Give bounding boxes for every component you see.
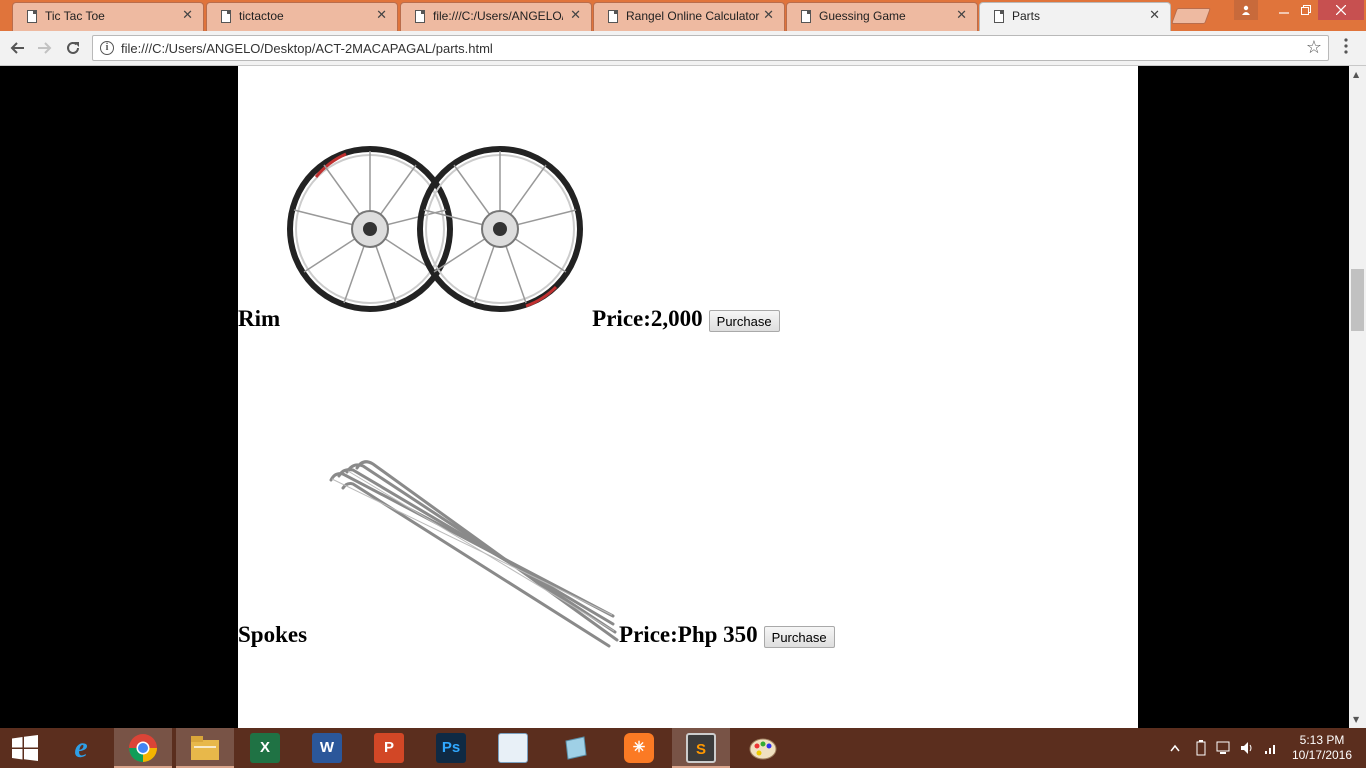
tab-title: tictactoe	[239, 9, 284, 23]
product-row-spokes: Spokes Price:Php 350 Purchase	[238, 448, 835, 648]
product-price: Price:Php 350	[619, 622, 758, 647]
document-icon	[221, 10, 231, 23]
word-icon[interactable]: W	[298, 728, 356, 768]
tab-title: Parts	[1012, 9, 1041, 23]
tab-title: file:///C:/Users/ANGELO/	[433, 9, 563, 23]
tray-overflow-icon[interactable]	[1170, 728, 1180, 768]
window-close-icon[interactable]	[1318, 0, 1364, 20]
taskbar-clock[interactable]: 5:13 PM 10/17/2016	[1290, 733, 1354, 763]
powerpoint-icon[interactable]: P	[360, 728, 418, 768]
windows-taskbar: e X W P Ps ✳ S 5:13 PM 10/17/2016	[0, 728, 1366, 768]
network-icon[interactable]	[1216, 728, 1230, 768]
tab-parts[interactable]: Parts ✕	[979, 2, 1171, 31]
notepad-icon[interactable]	[546, 728, 604, 768]
browser-toolbar: i file:///C:/Users/ANGELO/Desktop/ACT-2M…	[0, 31, 1366, 66]
document-icon	[994, 10, 1004, 23]
clock-time: 5:13 PM	[1299, 733, 1345, 747]
parts-page: Rim Price:2,000 Purchase Spokes Price:Ph…	[238, 66, 1138, 728]
close-icon[interactable]: ✕	[956, 8, 967, 23]
tab-file-url[interactable]: file:///C:/Users/ANGELO/ ✕	[400, 2, 592, 31]
clock-date: 10/17/2016	[1291, 748, 1353, 762]
bicycle-rims-image	[287, 146, 584, 312]
scrollbar-thumb[interactable]	[1351, 269, 1364, 331]
excel-icon[interactable]: X	[236, 728, 294, 768]
xampp-icon[interactable]: ✳	[610, 728, 668, 768]
windows-start-icon[interactable]	[0, 728, 50, 768]
photoshop-icon[interactable]: Ps	[422, 728, 480, 768]
tab-tic-tac-toe[interactable]: Tic Tac Toe ✕	[12, 2, 204, 31]
product-row-rim: Rim Price:2,000 Purchase	[238, 132, 780, 332]
close-icon[interactable]: ✕	[763, 8, 774, 23]
paint-icon[interactable]	[734, 728, 792, 768]
purchase-button[interactable]: Purchase	[763, 626, 835, 648]
bookmark-star-icon[interactable]: ☆	[1306, 37, 1322, 58]
tab-title: Rangel Online Calculator	[626, 9, 760, 23]
url-text[interactable]: file:///C:/Users/ANGELO/Desktop/ACT-2MAC…	[121, 41, 493, 56]
tab-title: Tic Tac Toe	[45, 9, 105, 23]
forward-icon[interactable]	[34, 37, 56, 59]
signal-icon[interactable]	[1264, 728, 1278, 768]
product-name: Spokes	[238, 622, 308, 647]
document-icon	[801, 10, 811, 23]
tab-strip: Tic Tac Toe ✕ tictactoe ✕ file:///C:/Use…	[0, 0, 1366, 31]
bicycle-spokes-image	[329, 460, 619, 648]
tab-title: Guessing Game	[819, 9, 906, 23]
close-icon[interactable]: ✕	[376, 8, 387, 23]
vertical-scrollbar[interactable]: ▲ ▼	[1349, 66, 1366, 728]
tab-guessing-game[interactable]: Guessing Game ✕	[786, 2, 978, 31]
reload-icon[interactable]	[62, 37, 84, 59]
purchase-button[interactable]: Purchase	[708, 310, 780, 332]
profile-icon[interactable]	[1234, 0, 1258, 20]
file-explorer-icon[interactable]	[176, 728, 234, 768]
new-tab-button[interactable]	[1171, 8, 1211, 24]
close-icon[interactable]: ✕	[182, 8, 193, 23]
minimize-icon[interactable]	[1274, 0, 1294, 20]
internet-explorer-icon[interactable]: e	[52, 728, 110, 768]
product-name: Rim	[238, 306, 281, 331]
menu-icon[interactable]	[1344, 38, 1350, 54]
battery-icon[interactable]	[1196, 728, 1206, 768]
document-icon	[27, 10, 37, 23]
sublime-text-icon[interactable]: S	[672, 728, 730, 768]
page-viewport: Rim Price:2,000 Purchase Spokes Price:Ph…	[0, 66, 1349, 728]
mysql-installer-icon[interactable]	[484, 728, 542, 768]
close-icon[interactable]: ✕	[1149, 8, 1160, 23]
back-icon[interactable]	[6, 37, 28, 59]
scroll-down-icon[interactable]: ▼	[1353, 715, 1359, 724]
tab-tictactoe[interactable]: tictactoe ✕	[206, 2, 398, 31]
address-bar[interactable]: i file:///C:/Users/ANGELO/Desktop/ACT-2M…	[92, 35, 1329, 61]
chrome-icon[interactable]	[114, 728, 172, 768]
close-icon[interactable]: ✕	[570, 8, 581, 23]
volume-icon[interactable]	[1240, 728, 1254, 768]
product-price: Price:2,000	[592, 306, 703, 331]
document-icon	[415, 10, 425, 23]
scroll-up-icon[interactable]: ▲	[1353, 70, 1359, 79]
document-icon	[608, 10, 618, 23]
info-icon[interactable]: i	[100, 41, 114, 55]
tab-calculator[interactable]: Rangel Online Calculator ✕	[593, 2, 785, 31]
restore-icon[interactable]	[1296, 0, 1316, 20]
